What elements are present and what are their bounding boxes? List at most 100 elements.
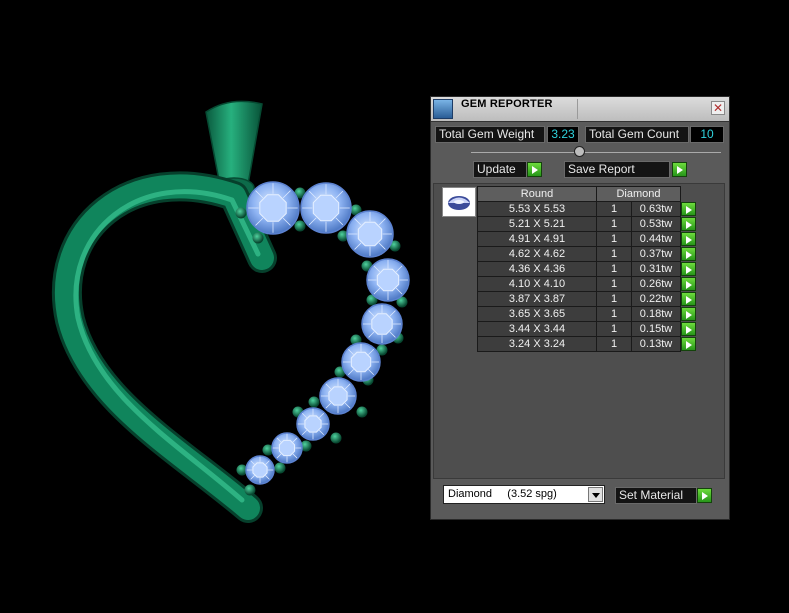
round-diamond bbox=[271, 432, 303, 464]
gem-count-cell: 1 bbox=[596, 276, 632, 292]
table-row[interactable]: 5.21 X 5.21 1 0.53tw bbox=[477, 216, 698, 232]
round-diamond bbox=[246, 181, 300, 235]
round-diamond bbox=[361, 303, 403, 345]
gem-count-cell: 1 bbox=[596, 306, 632, 322]
prong-bead bbox=[235, 207, 247, 219]
close-icon[interactable]: ✕ bbox=[711, 101, 725, 115]
round-diamond bbox=[300, 182, 352, 234]
chevron-down-icon[interactable] bbox=[588, 487, 603, 502]
round-diamond bbox=[341, 342, 381, 382]
gem-weight-cell: 0.37tw bbox=[631, 246, 681, 262]
gem-report-table: Round Diamond 5.53 X 5.53 1 0.63tw 5.21 X 5… bbox=[477, 186, 698, 352]
table-row[interactable]: 4.36 X 4.36 1 0.31tw bbox=[477, 261, 698, 277]
save-report-button[interactable]: Save Report bbox=[564, 161, 670, 178]
prong-bead bbox=[330, 432, 342, 444]
header-spacer bbox=[680, 186, 698, 202]
gem-weight-cell: 0.63tw bbox=[631, 201, 681, 217]
play-arrow-icon[interactable] bbox=[681, 202, 696, 216]
row-go-cell bbox=[680, 276, 698, 292]
play-arrow-icon[interactable] bbox=[681, 217, 696, 231]
panel-titlebar[interactable]: GEM REPORTER ✕ bbox=[431, 97, 729, 122]
gem-size-cell: 3.44 X 3.44 bbox=[477, 321, 597, 337]
play-arrow-icon[interactable] bbox=[681, 232, 696, 246]
row-go-cell bbox=[680, 336, 698, 352]
column-header-shape: Round bbox=[477, 186, 597, 202]
total-gem-weight-label: Total Gem Weight bbox=[435, 126, 545, 143]
gem-weight-cell: 0.13tw bbox=[631, 336, 681, 352]
gem-count-cell: 1 bbox=[596, 246, 632, 262]
gem-settings bbox=[235, 181, 410, 496]
material-select[interactable]: Diamond (3.52 spg) bbox=[443, 485, 605, 504]
gem-count-cell: 1 bbox=[596, 336, 632, 352]
gem-size-cell: 4.91 X 4.91 bbox=[477, 231, 597, 247]
table-row[interactable]: 4.10 X 4.10 1 0.26tw bbox=[477, 276, 698, 292]
play-arrow-icon[interactable] bbox=[672, 162, 687, 177]
table-row[interactable]: 4.62 X 4.62 1 0.37tw bbox=[477, 246, 698, 262]
round-diamond bbox=[366, 258, 410, 302]
total-gem-count-label: Total Gem Count bbox=[585, 126, 689, 143]
panel-title: GEM REPORTER bbox=[461, 98, 553, 110]
gem-weight-cell: 0.26tw bbox=[631, 276, 681, 292]
play-arrow-icon[interactable] bbox=[681, 262, 696, 276]
row-go-cell bbox=[680, 306, 698, 322]
gem-count-cell: 1 bbox=[596, 291, 632, 307]
table-row[interactable]: 4.91 X 4.91 1 0.44tw bbox=[477, 231, 698, 247]
gem-count-cell: 1 bbox=[596, 216, 632, 232]
round-diamond bbox=[296, 407, 330, 441]
prong-bead bbox=[252, 232, 264, 244]
table-row[interactable]: 3.44 X 3.44 1 0.15tw bbox=[477, 321, 698, 337]
gem-size-cell: 4.36 X 4.36 bbox=[477, 261, 597, 277]
row-go-cell bbox=[680, 216, 698, 232]
table-row[interactable]: 3.87 X 3.87 1 0.22tw bbox=[477, 291, 698, 307]
gem-weight-cell: 0.31tw bbox=[631, 261, 681, 277]
row-go-cell bbox=[680, 246, 698, 262]
column-header-material: Diamond bbox=[596, 186, 681, 202]
gem-size-cell: 3.87 X 3.87 bbox=[477, 291, 597, 307]
row-go-cell bbox=[680, 231, 698, 247]
row-go-cell bbox=[680, 201, 698, 217]
prong-bead bbox=[294, 220, 306, 232]
prong-bead bbox=[308, 396, 320, 408]
row-go-cell bbox=[680, 261, 698, 277]
gem-thumbnail-icon[interactable] bbox=[442, 187, 476, 217]
prong-bead bbox=[274, 462, 286, 474]
play-arrow-icon[interactable] bbox=[697, 488, 712, 503]
play-arrow-icon[interactable] bbox=[681, 277, 696, 291]
round-diamond bbox=[319, 377, 357, 415]
gem-size-cell: 5.53 X 5.53 bbox=[477, 201, 597, 217]
gem-count-cell: 1 bbox=[596, 231, 632, 247]
prong-bead bbox=[244, 484, 256, 496]
play-arrow-icon[interactable] bbox=[681, 292, 696, 306]
play-arrow-icon[interactable] bbox=[681, 247, 696, 261]
slider-handle[interactable] bbox=[574, 146, 585, 157]
play-arrow-icon[interactable] bbox=[527, 162, 542, 177]
gem-count-cell: 1 bbox=[596, 201, 632, 217]
gem-table-area: Round Diamond 5.53 X 5.53 1 0.63tw 5.21 X 5… bbox=[433, 183, 725, 479]
slider-track[interactable] bbox=[471, 152, 721, 153]
gem-weight-cell: 0.44tw bbox=[631, 231, 681, 247]
gem-size-cell: 3.65 X 3.65 bbox=[477, 306, 597, 322]
total-gem-weight-value: 3.23 bbox=[547, 126, 579, 143]
table-row[interactable]: 5.53 X 5.53 1 0.63tw bbox=[477, 201, 698, 217]
table-row[interactable]: 3.24 X 3.24 1 0.13tw bbox=[477, 336, 698, 352]
titlebar-divider bbox=[577, 99, 578, 119]
gem-size-cell: 5.21 X 5.21 bbox=[477, 216, 597, 232]
heart-pendant-model bbox=[51, 100, 277, 523]
set-material-button[interactable]: Set Material bbox=[615, 487, 697, 504]
gem-weight-cell: 0.15tw bbox=[631, 321, 681, 337]
update-button[interactable]: Update bbox=[473, 161, 527, 178]
gem-count-cell: 1 bbox=[596, 321, 632, 337]
gem-weight-cell: 0.53tw bbox=[631, 216, 681, 232]
play-arrow-icon[interactable] bbox=[681, 307, 696, 321]
gem-size-cell: 3.24 X 3.24 bbox=[477, 336, 597, 352]
gem-weight-cell: 0.18tw bbox=[631, 306, 681, 322]
round-diamond bbox=[245, 455, 275, 485]
table-row[interactable]: 3.65 X 3.65 1 0.18tw bbox=[477, 306, 698, 322]
round-diamond bbox=[346, 210, 394, 258]
gem-weight-cell: 0.22tw bbox=[631, 291, 681, 307]
gem-size-cell: 4.62 X 4.62 bbox=[477, 246, 597, 262]
play-arrow-icon[interactable] bbox=[681, 322, 696, 336]
total-gem-count-value: 10 bbox=[690, 126, 724, 143]
play-arrow-icon[interactable] bbox=[681, 337, 696, 351]
row-go-cell bbox=[680, 291, 698, 307]
